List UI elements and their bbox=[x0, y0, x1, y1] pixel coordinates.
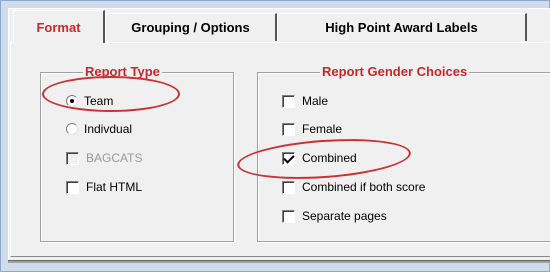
report-type-title: Report Type bbox=[83, 64, 162, 79]
dialog-bottom-edge bbox=[8, 260, 550, 263]
dialog-window: Format Grouping / Options High Point Awa… bbox=[0, 0, 550, 272]
checkbox-separate-pages[interactable]: Separate pages bbox=[282, 208, 387, 224]
checkbox-bagcats: BAGCATS bbox=[66, 150, 142, 166]
checkbox-combined-if-both-score-label: Combined if both score bbox=[302, 180, 426, 194]
checkbox-female[interactable]: Female bbox=[282, 121, 342, 137]
radio-individual-indicator[interactable] bbox=[66, 123, 78, 135]
radio-team-indicator[interactable] bbox=[66, 95, 78, 107]
checkbox-male-label: Male bbox=[302, 94, 329, 108]
radio-team-label: Team bbox=[84, 94, 114, 108]
checkbox-male-box[interactable] bbox=[282, 94, 295, 108]
checkbox-bagcats-box bbox=[66, 151, 79, 165]
checkbox-flat-html[interactable]: Flat HTML bbox=[66, 179, 142, 195]
checkbox-flat-html-box[interactable] bbox=[66, 180, 79, 194]
checkbox-combined-if-both-score[interactable]: Combined if both score bbox=[282, 179, 425, 195]
report-type-group: Report Type Team Indivdual BAGCATS Flat … bbox=[40, 65, 234, 242]
checkbox-separate-pages-label: Separate pages bbox=[302, 209, 387, 223]
checkbox-bagcats-label: BAGCATS bbox=[86, 151, 143, 165]
radio-individual-label: Indivdual bbox=[84, 122, 133, 136]
checkbox-combined-box[interactable] bbox=[282, 151, 295, 165]
checkbox-combined-label: Combined bbox=[302, 151, 357, 165]
tab-grouping-options-label: Grouping / Options bbox=[131, 20, 250, 35]
radio-individual[interactable]: Indivdual bbox=[66, 121, 132, 137]
gender-choices-title: Report Gender Choices bbox=[320, 64, 470, 79]
tab-high-point-award-labels-label: High Point Award Labels bbox=[325, 20, 478, 35]
radio-team[interactable]: Team bbox=[66, 93, 113, 109]
tab-format-label: Format bbox=[36, 19, 81, 35]
tab-format[interactable]: Format bbox=[13, 10, 105, 43]
checkbox-female-label: Female bbox=[302, 122, 343, 136]
checkbox-separate-pages-box[interactable] bbox=[282, 209, 295, 223]
checkbox-female-box[interactable] bbox=[282, 122, 295, 136]
format-tab-panel: Report Type Team Indivdual BAGCATS Flat … bbox=[10, 42, 550, 257]
tab-high-point-award-labels[interactable]: High Point Award Labels bbox=[277, 13, 527, 41]
checkbox-combined[interactable]: Combined bbox=[282, 150, 357, 166]
gender-choices-group: Report Gender Choices Male Female Combin… bbox=[257, 65, 550, 242]
checkbox-flat-html-label: Flat HTML bbox=[86, 180, 143, 194]
checkbox-combined-if-both-score-box[interactable] bbox=[282, 180, 295, 194]
checkbox-male[interactable]: Male bbox=[282, 93, 328, 109]
tab-grouping-options[interactable]: Grouping / Options bbox=[105, 13, 277, 41]
